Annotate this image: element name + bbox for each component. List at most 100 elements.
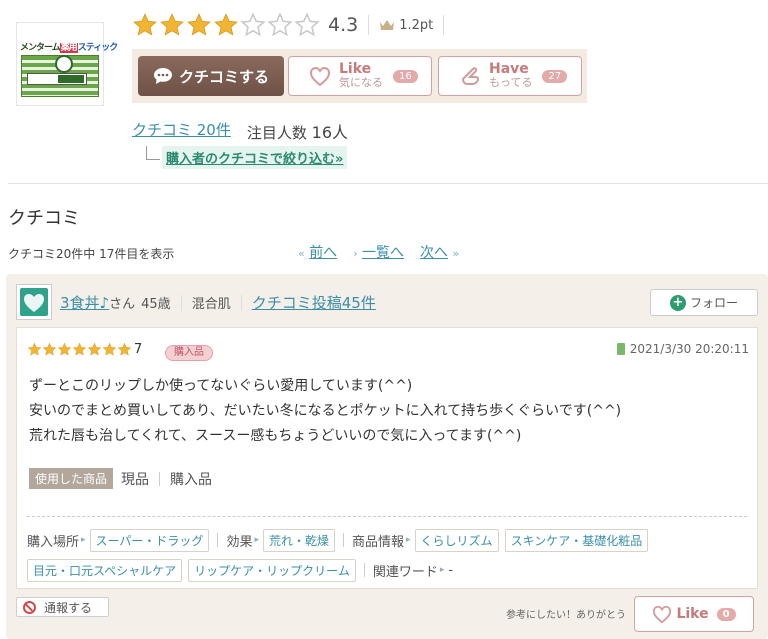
heart-avatar-icon: [24, 294, 44, 312]
hand-icon: [461, 67, 480, 85]
reviewer-skin-type: 混合肌: [191, 297, 231, 312]
follow-label: フォロー: [689, 296, 738, 310]
have-sublabel: もってる: [489, 76, 533, 89]
next-link[interactable]: 次へ: [420, 245, 448, 261]
info-chip[interactable]: 目元・口元スペシャルケア: [27, 558, 183, 582]
product-logo-circle: [55, 55, 73, 73]
action-bar: クチコミする Like 気になる 16 Have もってる 27: [132, 49, 587, 103]
prohibited-icon: [23, 600, 36, 614]
info-label: 商品情報: [352, 534, 405, 550]
tag-line: 購入場所 ▸ スーパー・ドラッグ 効果 ▸ 荒れ・乾燥 商品情報 ▸ くらしリズ…: [27, 525, 749, 555]
info-chip[interactable]: リップケア・リップクリーム: [188, 558, 356, 582]
have-count: 27: [542, 69, 568, 83]
filter-purchaser-reviews-link[interactable]: 購入者のクチコミで絞り込む»: [162, 146, 348, 169]
star-filled-icon: [133, 13, 157, 36]
product-image[interactable]: メンターム薬用スティック: [16, 22, 118, 106]
place-label: 購入場所: [27, 534, 80, 550]
star-empty-icon: [294, 12, 320, 37]
crown-icon: [380, 20, 395, 30]
divider: [159, 471, 161, 486]
report-label: 通報する: [44, 600, 93, 615]
reviewer-honorific: さん: [109, 297, 136, 312]
effect-chip[interactable]: 荒れ・乾燥: [262, 528, 335, 552]
effect-label: 効果: [226, 534, 253, 550]
star-empty-icon: [240, 12, 266, 37]
used-item: 購入品: [170, 471, 213, 488]
chevron-right-icon: ›: [353, 247, 358, 260]
star-filled-icon: [187, 13, 211, 36]
arrow-right-icon: ▸: [81, 535, 86, 545]
chevron-right-icon: »: [452, 247, 460, 260]
helpful-text: 参考にしたい！ありがとう: [506, 610, 626, 621]
star-filled-icon: [57, 342, 72, 356]
star-filled-icon: [72, 342, 87, 356]
product-image-title: メンターム薬用スティック: [20, 43, 118, 53]
attention-label: 注目人数: [246, 124, 307, 142]
post-date: 2021/3/30 20:20:11: [616, 342, 749, 356]
divider: [363, 563, 365, 577]
divider: [240, 294, 242, 311]
review-text: ずーとこのリップしか使ってないぐらい愛用しています(^^) 安いのでまとめ買いし…: [29, 374, 749, 449]
used-item: 現品: [121, 471, 150, 488]
reviewer-age: 45歳: [141, 297, 171, 312]
pager: « 前へ › 一覧へ 次へ »: [298, 242, 459, 262]
like-button[interactable]: Like 気になる 16: [288, 56, 432, 96]
divider: [368, 15, 370, 35]
arrow-right-icon: ▸: [439, 565, 445, 575]
star-filled-icon: [160, 13, 184, 36]
arrow-right-icon: ▸: [406, 535, 411, 545]
review-score: 7: [134, 342, 143, 357]
divider: [217, 533, 219, 547]
review-line: 安いのでまとめ買いしてあり、だいたい冬になるとポケットに入れて持ち歩くぐらいです…: [29, 403, 622, 419]
review-like-label: Like: [676, 606, 709, 622]
plus-icon: +: [669, 294, 686, 311]
divider: [343, 533, 344, 547]
attention-count: 注目人数 16人: [247, 119, 348, 143]
place-chip[interactable]: スーパー・ドラッグ: [89, 528, 210, 552]
review-like-count: 0: [716, 607, 736, 621]
post-date-text: 2021/3/30 20:20:11: [629, 342, 749, 356]
rating-stars: [132, 12, 320, 38]
review-card: 3食丼♪ さん 45歳 混合肌 クチコミ投稿45件 + フォロー 7 購入品 2…: [6, 274, 768, 639]
reviewer-info: 3食丼♪ さん 45歳 混合肌 クチコミ投稿45件: [60, 292, 376, 313]
review-summary: クチコミ 20件 注目人数 16人: [132, 119, 348, 143]
divider: [180, 294, 182, 311]
have-label: Have: [489, 61, 529, 77]
review-star-icons: [27, 342, 132, 357]
star-filled-icon: [42, 342, 57, 356]
used-product-tag: 使用した商品: [29, 468, 114, 489]
arrow-right-icon: ▸: [254, 535, 259, 545]
follow-button[interactable]: + フォロー: [650, 289, 758, 316]
have-button[interactable]: Have もってる 27: [438, 56, 582, 96]
avatar[interactable]: [16, 284, 52, 320]
product-stick: [27, 73, 87, 85]
list-link[interactable]: 一覧へ: [362, 245, 404, 261]
write-review-button[interactable]: クチコミする: [138, 56, 284, 96]
related-word-value: -: [448, 562, 454, 578]
review-count-link[interactable]: クチコミ 20件: [132, 119, 231, 143]
reviewer-name-link[interactable]: 3食丼♪: [60, 292, 109, 313]
product-rating: 4.3 1.2pt: [132, 10, 454, 40]
star-filled-icon: [214, 13, 238, 36]
info-chip[interactable]: くらしリズム: [414, 528, 499, 552]
divider: [443, 15, 445, 35]
like-label: Like: [339, 61, 372, 77]
used-product-row: 使用した商品 現品 購入品: [29, 468, 212, 489]
speech-bubble-icon: [153, 68, 172, 84]
star-filled-icon: [102, 342, 117, 356]
reviewer-posts-link[interactable]: クチコミ投稿45件: [252, 292, 376, 313]
like-count: 16: [393, 69, 418, 83]
review-stars: 7: [27, 342, 150, 357]
section-divider: [8, 183, 768, 184]
review-line: 荒れた唇も治してくれて、スースー感もちょうどいいので気に入ってます(^^): [29, 428, 522, 444]
purchase-badge: 購入品: [165, 345, 213, 361]
info-chip[interactable]: スキンケア・基礎化粧品: [504, 528, 649, 552]
tag-line: 目元・口元スペシャルケア リップケア・リップクリーム 関連ワード ▸ -: [27, 555, 749, 585]
review-line: ずーとこのリップしか使ってないぐらい愛用しています(^^): [29, 378, 413, 394]
prev-link[interactable]: 前へ: [309, 245, 337, 261]
dashed-divider: [27, 516, 747, 517]
star-filled-icon: [27, 342, 42, 356]
review-like-button[interactable]: Like 0: [634, 596, 754, 632]
star-empty-icon: [267, 12, 293, 37]
report-button[interactable]: 通報する: [16, 597, 109, 617]
